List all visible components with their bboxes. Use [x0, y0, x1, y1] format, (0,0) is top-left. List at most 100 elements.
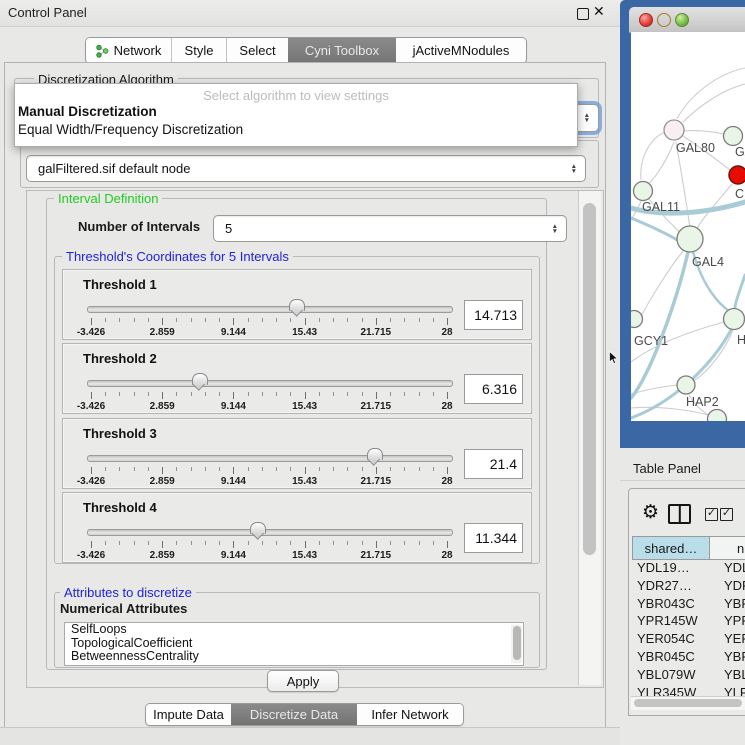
node-top-right[interactable]	[724, 127, 743, 146]
slider-tick-labels: -3.4262.8599.14415.4321.71528	[91, 550, 447, 561]
slider-ticks	[91, 318, 447, 326]
tick-label: -3.426	[77, 550, 105, 561]
attribute-list-item[interactable]: BetweennessCentrality	[65, 650, 523, 664]
threshold-1-value-field[interactable]	[464, 300, 523, 330]
slider-track[interactable]	[87, 529, 453, 536]
tab-jactivemnodules[interactable]: jActiveMNodules	[396, 38, 526, 63]
slider-track[interactable]	[87, 306, 453, 313]
node-red-selected[interactable]	[729, 166, 745, 184]
slider-track[interactable]	[87, 380, 453, 387]
popup-option-equal-width-frequency[interactable]: Equal Width/Frequency Discretization	[18, 122, 243, 137]
node-gal80[interactable]	[664, 120, 684, 140]
table-cell[interactable]: YLR3	[724, 684, 745, 697]
column-header-shared-name[interactable]: shared…	[632, 536, 710, 560]
table-row[interactable]: YBR045C YBR0	[633, 648, 745, 666]
apply-button[interactable]: Apply	[267, 670, 339, 692]
table-row[interactable]: YDR27… YDR2	[633, 577, 745, 595]
threshold-3-slider[interactable]: -3.4262.8599.14415.4321.71528	[87, 448, 451, 486]
node-bottom[interactable]	[708, 410, 727, 422]
table-cell[interactable]: YDR2	[724, 577, 745, 595]
checkbox-icon-1[interactable]: ✓	[705, 508, 718, 521]
tick-label: 21.715	[361, 401, 392, 412]
tab-label: jActiveMNodules	[413, 43, 510, 58]
table-row[interactable]: YPR145W YPR1	[633, 612, 745, 630]
network-window-titlebar[interactable]	[629, 7, 745, 33]
attributes-group-title: Attributes to discretize	[60, 585, 196, 600]
slider-thumb[interactable]	[250, 522, 266, 534]
node-hap2[interactable]	[677, 376, 695, 394]
table-cell[interactable]: YER0	[724, 630, 745, 648]
threshold-1-slider[interactable]: -3.4262.8599.14415.4321.71528	[87, 299, 451, 337]
cyni-bottom-tabbar: Impute Data Discretize Data Infer Networ…	[145, 703, 464, 726]
checkbox-icon-2[interactable]: ✓	[720, 508, 733, 521]
scrollbar-thumb[interactable]	[634, 699, 742, 707]
node-table-rows[interactable]: YDL19…YDL1YDR27…YDR2YBR043CYBR0YPR145WYP…	[633, 559, 745, 697]
float-window-icon[interactable]	[577, 8, 589, 20]
node-gcy1[interactable]	[631, 311, 643, 328]
table-row[interactable]: YLR345W YLR3	[633, 684, 745, 697]
screen: Control Panel ✕ Network Style Select Cyn…	[0, 0, 745, 745]
slider-tick-labels: -3.4262.8599.14415.4321.71528	[91, 327, 447, 338]
slider-track[interactable]	[87, 455, 453, 462]
attribute-list-item[interactable]: SelfLoops	[65, 623, 523, 637]
gear-icon[interactable]: ⚙	[642, 501, 659, 524]
threshold-3-value-field[interactable]	[464, 449, 523, 479]
combo-arrows-icon: ▲▼	[584, 113, 590, 123]
node-gal4[interactable]	[677, 226, 703, 252]
tick-label: 2.859	[150, 550, 175, 561]
table-row[interactable]: YBL079W YBL0	[633, 666, 745, 684]
table-cell[interactable]: YBR0	[724, 648, 745, 666]
settings-vertical-scrollbar[interactable]	[578, 191, 601, 685]
table-cell[interactable]: YER054C	[637, 630, 695, 648]
table-row[interactable]: YBR043C YBR0	[633, 595, 745, 613]
table-cell[interactable]: YBL0	[724, 666, 745, 684]
list-scrollbar[interactable]	[511, 625, 522, 663]
popup-option-manual-discretization[interactable]: Manual Discretization	[18, 104, 157, 119]
threshold-4-slider[interactable]: -3.4262.8599.14415.4321.71528	[87, 522, 451, 560]
table-row[interactable]: YER054C YER0	[633, 630, 745, 648]
attribute-list-item[interactable]: TopologicalCoefficient	[65, 637, 523, 651]
tab-select[interactable]: Select	[226, 38, 288, 63]
table-cell[interactable]: YDL19…	[637, 559, 690, 577]
numerical-attributes-list[interactable]: SelfLoopsTopologicalCoefficientBetweenne…	[64, 622, 524, 666]
slider-thumb[interactable]	[289, 299, 305, 311]
minimize-traffic-light-icon[interactable]	[657, 13, 671, 27]
tab-infer-network[interactable]: Infer Network	[357, 704, 463, 725]
column-header-name[interactable]: n	[709, 536, 745, 560]
scrollbar-thumb[interactable]	[583, 203, 596, 555]
number-of-intervals-spinner[interactable]: 5 ▲▼	[213, 215, 567, 242]
table-cell[interactable]: YBR045C	[637, 648, 695, 666]
tab-style[interactable]: Style	[171, 38, 226, 63]
threshold-2-slider[interactable]: -3.4262.8599.14415.4321.71528	[87, 373, 451, 411]
tick-label: 28	[441, 550, 452, 561]
close-icon[interactable]: ✕	[593, 3, 605, 20]
table-row[interactable]: YDL19… YDL1	[633, 559, 745, 577]
slider-thumb[interactable]	[367, 448, 383, 460]
table-cell[interactable]: YDR27…	[637, 577, 692, 595]
tab-network[interactable]: Network	[86, 38, 171, 63]
tab-impute-data[interactable]: Impute Data	[146, 704, 231, 725]
threshold-2-value-field[interactable]	[464, 374, 523, 404]
table-cell[interactable]: YLR345W	[637, 684, 696, 697]
tab-label: Impute Data	[153, 707, 224, 722]
node-label-hap2: HAP2	[686, 395, 719, 409]
tab-discretize-data[interactable]: Discretize Data	[231, 704, 357, 725]
node-h[interactable]	[724, 309, 745, 330]
threshold-4-value-field[interactable]	[464, 523, 523, 553]
zoom-traffic-light-icon[interactable]	[675, 13, 689, 27]
table-cell[interactable]: YBL079W	[637, 666, 696, 684]
table-cell[interactable]: YBR043C	[637, 595, 695, 613]
table-cell[interactable]: YDL1	[724, 559, 745, 577]
table-horizontal-scrollbar[interactable]	[631, 696, 745, 710]
close-traffic-light-icon[interactable]	[639, 13, 653, 27]
slider-thumb[interactable]	[192, 373, 208, 385]
table-cell[interactable]: YPR145W	[637, 612, 698, 630]
split-columns-icon[interactable]	[668, 504, 691, 524]
table-cell[interactable]: YBR0	[724, 595, 745, 613]
table-data-combobox[interactable]: galFiltered.sif default node ▲▼	[26, 155, 586, 182]
slider-tick-labels: -3.4262.8599.14415.4321.71528	[91, 401, 447, 412]
network-canvas[interactable]: GAL80 GA C GAL11 GAL4 GCY1 H HAP2	[631, 32, 745, 421]
table-cell[interactable]: YPR1	[724, 612, 745, 630]
tab-cyni-toolbox[interactable]: Cyni Toolbox	[288, 38, 396, 63]
node-gal11[interactable]	[634, 182, 653, 201]
